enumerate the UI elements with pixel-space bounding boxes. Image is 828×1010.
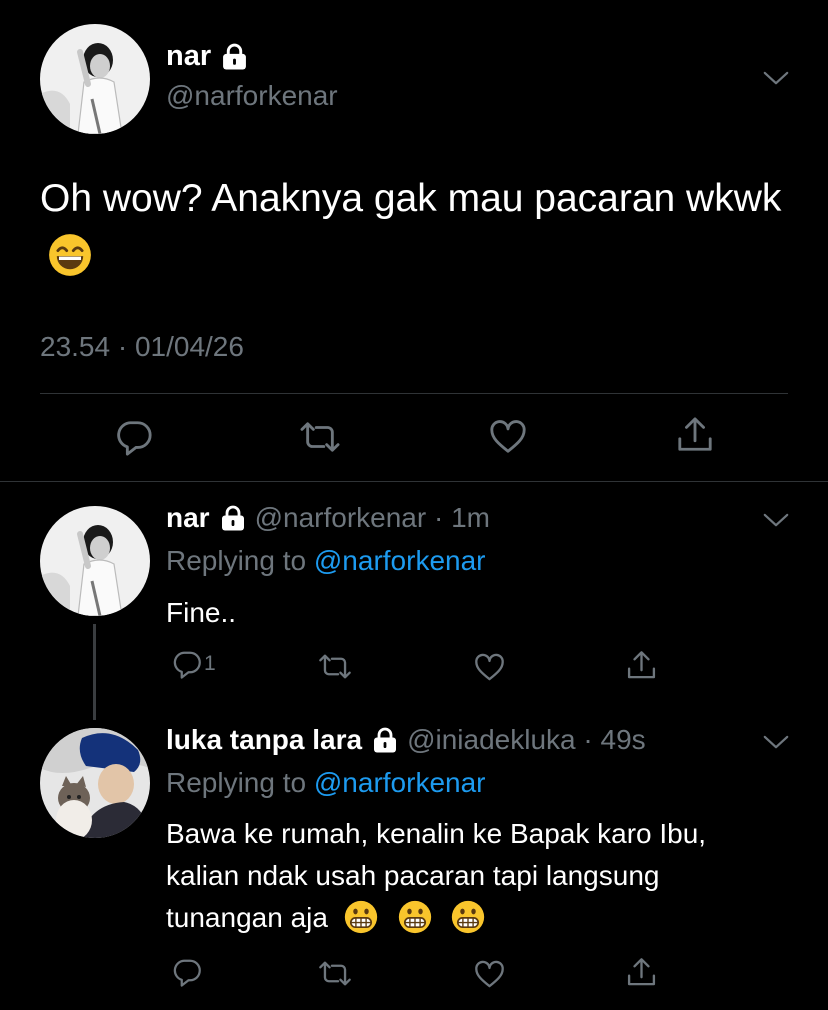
reply-count: 1 xyxy=(204,652,216,675)
replying-to: Replying to @narforkenar xyxy=(166,767,485,799)
heart-icon xyxy=(474,652,505,683)
share-icon xyxy=(626,650,657,681)
tweet-text-line: tunangan aja xyxy=(166,897,806,939)
tweet-time[interactable]: 1m xyxy=(451,502,490,534)
replying-to-label: Replying to xyxy=(166,767,314,798)
avatar[interactable] xyxy=(40,506,150,616)
retweet-icon xyxy=(299,418,341,456)
share-icon xyxy=(676,416,714,454)
reply-icon xyxy=(115,418,153,456)
share-button[interactable] xyxy=(626,650,657,681)
chevron-down-icon[interactable] xyxy=(762,70,790,87)
tweet-text: Fine.. xyxy=(166,597,237,628)
thread-connector xyxy=(93,624,96,720)
retweet-icon xyxy=(318,958,352,989)
grimacing-face-emoji xyxy=(344,900,378,934)
share-button[interactable] xyxy=(626,957,657,988)
avatar[interactable] xyxy=(40,728,150,838)
reply-button[interactable] xyxy=(115,418,153,456)
retweet-button[interactable] xyxy=(299,418,341,456)
tweet-text-body: Oh wow? Anaknya gak mau pacaran wkwk xyxy=(40,177,782,220)
heart-icon xyxy=(474,959,505,990)
grinning-face-emoji xyxy=(48,233,92,277)
tweet-text-line: kalian ndak usah pacaran tapi langsung xyxy=(166,860,660,891)
lock-icon xyxy=(372,727,398,753)
avatar-photo xyxy=(40,24,150,134)
reply-icon xyxy=(172,649,202,679)
dot-separator: · xyxy=(575,724,601,755)
replying-to-label: Replying to xyxy=(166,545,314,576)
avatar-photo xyxy=(40,728,150,838)
chevron-down-icon[interactable] xyxy=(762,734,790,751)
retweet-icon xyxy=(318,651,352,682)
share-icon xyxy=(626,957,657,988)
tweet-time[interactable]: 49s xyxy=(601,724,646,756)
tweet-text-line: Bawa ke rumah, kenalin ke Bapak karo Ibu… xyxy=(166,818,707,849)
tweet-text: Oh wow? Anaknya gak mau pacaran wkwk xyxy=(40,170,800,286)
share-button[interactable] xyxy=(676,416,714,454)
retweet-button[interactable] xyxy=(318,958,352,989)
author-name-text: nar xyxy=(166,40,212,72)
author-handle[interactable]: @narforkenar xyxy=(255,502,427,534)
reply-header: luka tanpa lara @iniadekluka · 49s xyxy=(166,724,646,756)
avatar[interactable] xyxy=(40,24,150,134)
lock-icon xyxy=(220,505,246,531)
tweet-text: Bawa ke rumah, kenalin ke Bapak karo Ibu… xyxy=(166,813,806,939)
author-handle[interactable]: @narforkenar xyxy=(166,80,338,112)
replying-to-link[interactable]: @narforkenar xyxy=(314,545,486,576)
reply-icon xyxy=(172,957,202,987)
like-button[interactable] xyxy=(474,959,505,990)
tweet-text-line-text: tunangan aja xyxy=(166,902,328,933)
like-button[interactable] xyxy=(489,418,527,456)
divider xyxy=(40,393,788,394)
grimacing-face-emoji xyxy=(451,900,485,934)
tweet-timestamp[interactable]: 23.54 · 01/04/26 xyxy=(40,331,244,363)
retweet-button[interactable] xyxy=(318,651,352,682)
author-name[interactable]: nar xyxy=(166,40,248,73)
divider xyxy=(0,481,828,482)
heart-icon xyxy=(489,418,527,456)
author-handle[interactable]: @iniadekluka xyxy=(407,724,576,756)
reply-button[interactable] xyxy=(172,957,202,987)
reply-button[interactable]: 1 xyxy=(172,649,216,679)
reply-header: nar @narforkenar · 1m xyxy=(166,502,490,534)
chevron-down-icon[interactable] xyxy=(762,512,790,529)
like-button[interactable] xyxy=(474,652,505,683)
replying-to: Replying to @narforkenar xyxy=(166,545,485,577)
dot-separator: · xyxy=(426,502,452,533)
replying-to-link[interactable]: @narforkenar xyxy=(314,767,486,798)
avatar-photo xyxy=(40,506,150,616)
author-name[interactable]: luka tanpa lara xyxy=(166,724,362,756)
author-name[interactable]: nar xyxy=(166,502,210,534)
grimacing-face-emoji xyxy=(398,900,432,934)
lock-icon xyxy=(221,43,248,70)
